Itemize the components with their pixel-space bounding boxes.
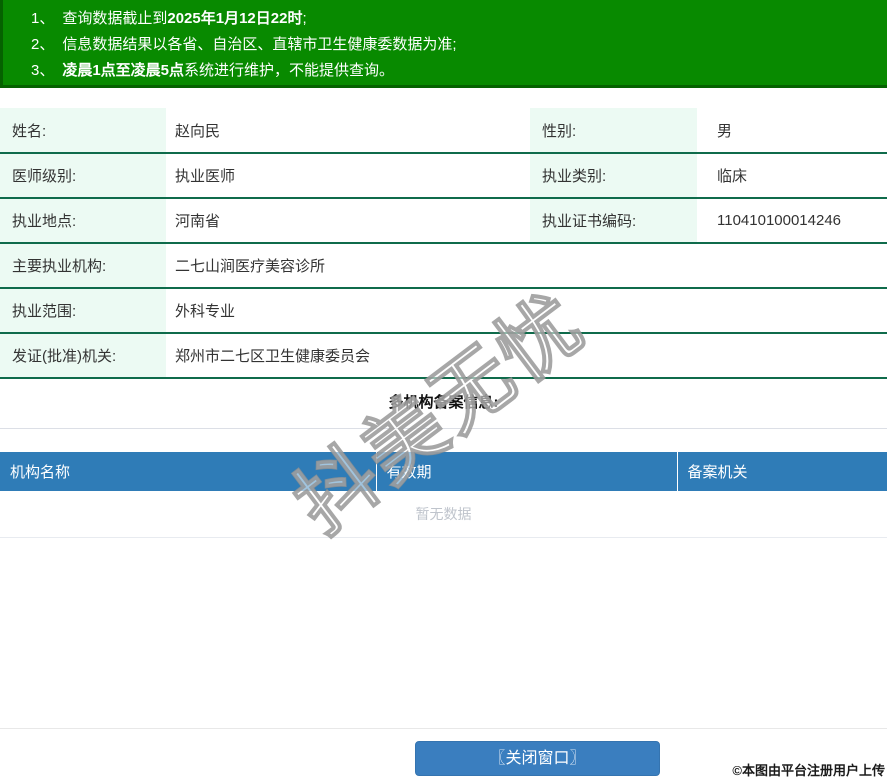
field-label-certificate-number: 执业证书编码: [530, 198, 697, 243]
records-header-filing-authority: 备案机关 [677, 452, 887, 491]
records-table: 机构名称 有效期 备案机关 暂无数据 [0, 452, 887, 538]
field-label-issuing-authority: 发证(批准)机关: [0, 333, 166, 378]
table-row: 执业地点: 河南省 执业证书编码: 110410100014246 [0, 198, 887, 243]
table-row: 姓名: 赵向民 性别: 男 [0, 108, 887, 153]
field-value-doctor-level: 执业医师 [175, 168, 236, 185]
notice-text: 系统进行维护，不能提供查询。 [184, 62, 395, 79]
empty-data-text: 暂无数据 [0, 491, 887, 538]
notice-bold-text: 凌晨1点至凌晨5点 [62, 62, 185, 79]
copyright-text: ©本图由平台注册用户上传 [732, 763, 885, 778]
field-label-gender: 性别: [530, 108, 697, 153]
field-label-practice-scope: 执业范围: [0, 288, 166, 333]
records-empty-row: 暂无数据 [0, 491, 887, 538]
notice-text: 查询数据截止到 [62, 10, 168, 27]
notice-line-2: 2、 信息数据结果以各省、自治区、直辖市卫生健康委数据为准; [31, 32, 877, 58]
field-label-practice-category: 执业类别: [530, 153, 697, 198]
table-row: 主要执业机构: 二七山涧医疗美容诊所 [0, 243, 887, 288]
notice-number: 3、 [31, 62, 55, 79]
notice-number: 1、 [31, 10, 55, 27]
notice-banner: 1、 查询数据截止到2025年1月12日22时; 2、 信息数据结果以各省、自治区、… [0, 0, 887, 88]
notice-number: 2、 [31, 36, 55, 53]
section-title-multi-institution: 多机构备案信息: [388, 394, 499, 411]
field-value-name: 赵向民 [175, 122, 221, 140]
field-value-main-institution: 二七山涧医疗美容诊所 [175, 258, 326, 275]
field-value-issuing-authority: 郑州市二七区卫生健康委员会 [175, 348, 371, 365]
records-header-row: 机构名称 有效期 备案机关 [0, 452, 887, 491]
field-label-main-institution: 主要执业机构: [0, 243, 166, 288]
practitioner-info-table: 姓名: 赵向民 性别: 男 医师级别: 执业医师 执业类别: 临床 执业地点: … [0, 108, 887, 379]
divider [0, 428, 887, 429]
footer-divider [0, 728, 887, 729]
notice-line-3: 3、 凌晨1点至凌晨5点系统进行维护，不能提供查询。 [31, 58, 877, 84]
field-label-doctor-level: 医师级别: [0, 153, 166, 198]
notice-text: 信息数据结果以各省、自治区、直辖市卫生健康委数据为准; [62, 36, 457, 53]
field-value-practice-category: 临床 [717, 168, 748, 185]
records-header-validity-period: 有效期 [376, 452, 678, 491]
records-header-institution-name: 机构名称 [0, 452, 377, 491]
table-row: 医师级别: 执业医师 执业类别: 临床 [0, 153, 887, 198]
field-value-gender: 男 [717, 122, 733, 140]
field-label-name: 姓名: [0, 108, 166, 153]
notice-bold-text: 2025年1月12日22时 [167, 10, 303, 27]
notice-line-1: 1、 查询数据截止到2025年1月12日22时; [31, 6, 877, 32]
close-window-button[interactable]: 〖关闭窗口〗 [415, 741, 660, 776]
field-value-certificate-number: 110410100014246 [717, 212, 842, 229]
field-label-practice-location: 执业地点: [0, 198, 166, 243]
field-value-practice-scope: 外科专业 [175, 303, 236, 320]
table-row: 执业范围: 外科专业 [0, 288, 887, 333]
table-row: 发证(批准)机关: 郑州市二七区卫生健康委员会 [0, 333, 887, 378]
field-value-practice-location: 河南省 [175, 213, 221, 230]
notice-text: ; [302, 10, 307, 27]
